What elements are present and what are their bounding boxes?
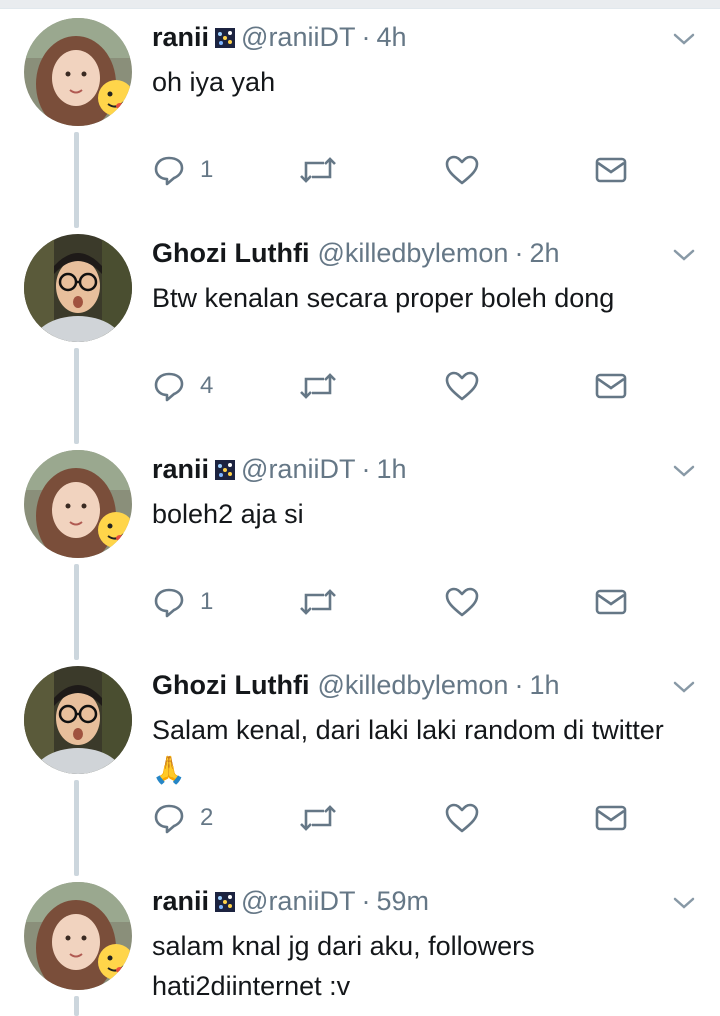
retweet-button[interactable]	[298, 798, 338, 838]
retweet-icon	[300, 589, 336, 615]
direct-message-button[interactable]	[594, 582, 628, 622]
reply-count: 2	[200, 804, 214, 831]
chevron-down-icon[interactable]	[672, 32, 696, 46]
author-handle[interactable]: @raniiDT	[241, 886, 355, 916]
tweet[interactable]: ranii @raniiDT · 59m salam knal jg dari aku…	[0, 882, 720, 1016]
tweet-actions: 2	[152, 798, 632, 838]
tweet-actions: 1	[152, 150, 632, 190]
timestamp[interactable]: 4h	[376, 22, 406, 52]
user-ranii-avatar[interactable]	[24, 450, 132, 558]
reply-count: 4	[200, 372, 214, 399]
author-name[interactable]: Ghozi Luthfi	[152, 238, 309, 268]
retweet-icon	[300, 157, 336, 183]
user-ghozi-avatar[interactable]	[24, 666, 132, 774]
chevron-down-icon[interactable]	[672, 896, 696, 910]
envelope-icon	[595, 373, 627, 399]
heart-icon	[445, 803, 479, 833]
user-ranii-avatar[interactable]	[24, 882, 132, 990]
author-name[interactable]: ranii	[152, 886, 209, 916]
separator-dot: ·	[361, 454, 371, 484]
timestamp[interactable]: 1h	[529, 670, 559, 700]
separator-dot: ·	[514, 670, 524, 700]
retweet-button[interactable]	[298, 366, 338, 406]
envelope-icon	[595, 805, 627, 831]
tweet-actions: 4	[152, 366, 632, 406]
reply-icon	[154, 804, 184, 834]
fireworks-emoji-icon	[215, 28, 236, 48]
tweet-header: ranii @raniiDT · 59m	[152, 886, 429, 917]
reply-icon	[154, 588, 184, 618]
reply-count: 1	[200, 588, 214, 615]
user-ranii-avatar[interactable]	[24, 18, 132, 126]
tweet-header: ranii @raniiDT · 4h	[152, 22, 407, 53]
tweet-text: Salam kenal, dari laki laki random di tw…	[152, 715, 664, 785]
tweet-header: Ghozi Luthfi @killedbylemon · 1h	[152, 670, 560, 701]
reply-button[interactable]: 1	[152, 150, 213, 190]
tweet-header: Ghozi Luthfi @killedbylemon · 2h	[152, 238, 560, 269]
author-handle[interactable]: @raniiDT	[241, 454, 355, 484]
heart-icon	[445, 587, 479, 617]
reply-button[interactable]: 1	[152, 582, 213, 622]
author-name[interactable]: ranii	[152, 22, 209, 52]
separator-dot: ·	[361, 22, 371, 52]
reply-count: 1	[200, 156, 214, 183]
like-button[interactable]	[444, 582, 480, 622]
timestamp[interactable]: 2h	[529, 238, 559, 268]
envelope-icon	[595, 589, 627, 615]
author-handle[interactable]: @killedbylemon	[317, 670, 508, 700]
retweet-icon	[300, 373, 336, 399]
tweet[interactable]: Ghozi Luthfi @killedbylemon · 2h Btw kenala…	[0, 234, 720, 434]
direct-message-button[interactable]	[594, 798, 628, 838]
fireworks-emoji-icon	[215, 892, 236, 912]
direct-message-button[interactable]	[594, 150, 628, 190]
heart-icon	[445, 155, 479, 185]
envelope-icon	[595, 157, 627, 183]
tweet-text: salam knal jg dari aku, followers hati2d…	[152, 931, 535, 1001]
author-handle[interactable]: @raniiDT	[241, 22, 355, 52]
separator-dot: ·	[361, 886, 371, 916]
tweet[interactable]: Ghozi Luthfi @killedbylemon · 1h Salam kena…	[0, 666, 720, 866]
separator-dot: ·	[514, 238, 524, 268]
chevron-down-icon[interactable]	[672, 680, 696, 694]
user-ghozi-avatar[interactable]	[24, 234, 132, 342]
retweet-button[interactable]	[298, 150, 338, 190]
like-button[interactable]	[444, 366, 480, 406]
like-button[interactable]	[444, 798, 480, 838]
author-name[interactable]: ranii	[152, 454, 209, 484]
fireworks-emoji-icon	[215, 460, 236, 480]
tweet-actions: 1	[152, 582, 632, 622]
tweet-text: oh iya yah	[152, 67, 276, 97]
tweet[interactable]: ranii @raniiDT · 1h boleh2 aja si 1	[0, 450, 720, 650]
reply-button[interactable]: 4	[152, 366, 213, 406]
heart-icon	[445, 371, 479, 401]
timestamp[interactable]: 1h	[376, 454, 406, 484]
direct-message-button[interactable]	[594, 366, 628, 406]
reply-icon	[154, 372, 184, 402]
chevron-down-icon[interactable]	[672, 248, 696, 262]
tweet-header: ranii @raniiDT · 1h	[152, 454, 407, 485]
author-handle[interactable]: @killedbylemon	[317, 238, 508, 268]
chevron-down-icon[interactable]	[672, 464, 696, 478]
author-name[interactable]: Ghozi Luthfi	[152, 670, 309, 700]
retweet-button[interactable]	[298, 582, 338, 622]
tweet-text: boleh2 aja si	[152, 499, 304, 529]
like-button[interactable]	[444, 150, 480, 190]
reply-icon	[154, 156, 184, 186]
top-divider	[0, 0, 720, 9]
timestamp[interactable]: 59m	[376, 886, 429, 916]
tweet[interactable]: ranii @raniiDT · 4h oh iya yah 1	[0, 18, 720, 218]
tweet-text: Btw kenalan secara proper boleh dong	[152, 283, 615, 313]
reply-button[interactable]: 2	[152, 798, 213, 838]
retweet-icon	[300, 805, 336, 831]
